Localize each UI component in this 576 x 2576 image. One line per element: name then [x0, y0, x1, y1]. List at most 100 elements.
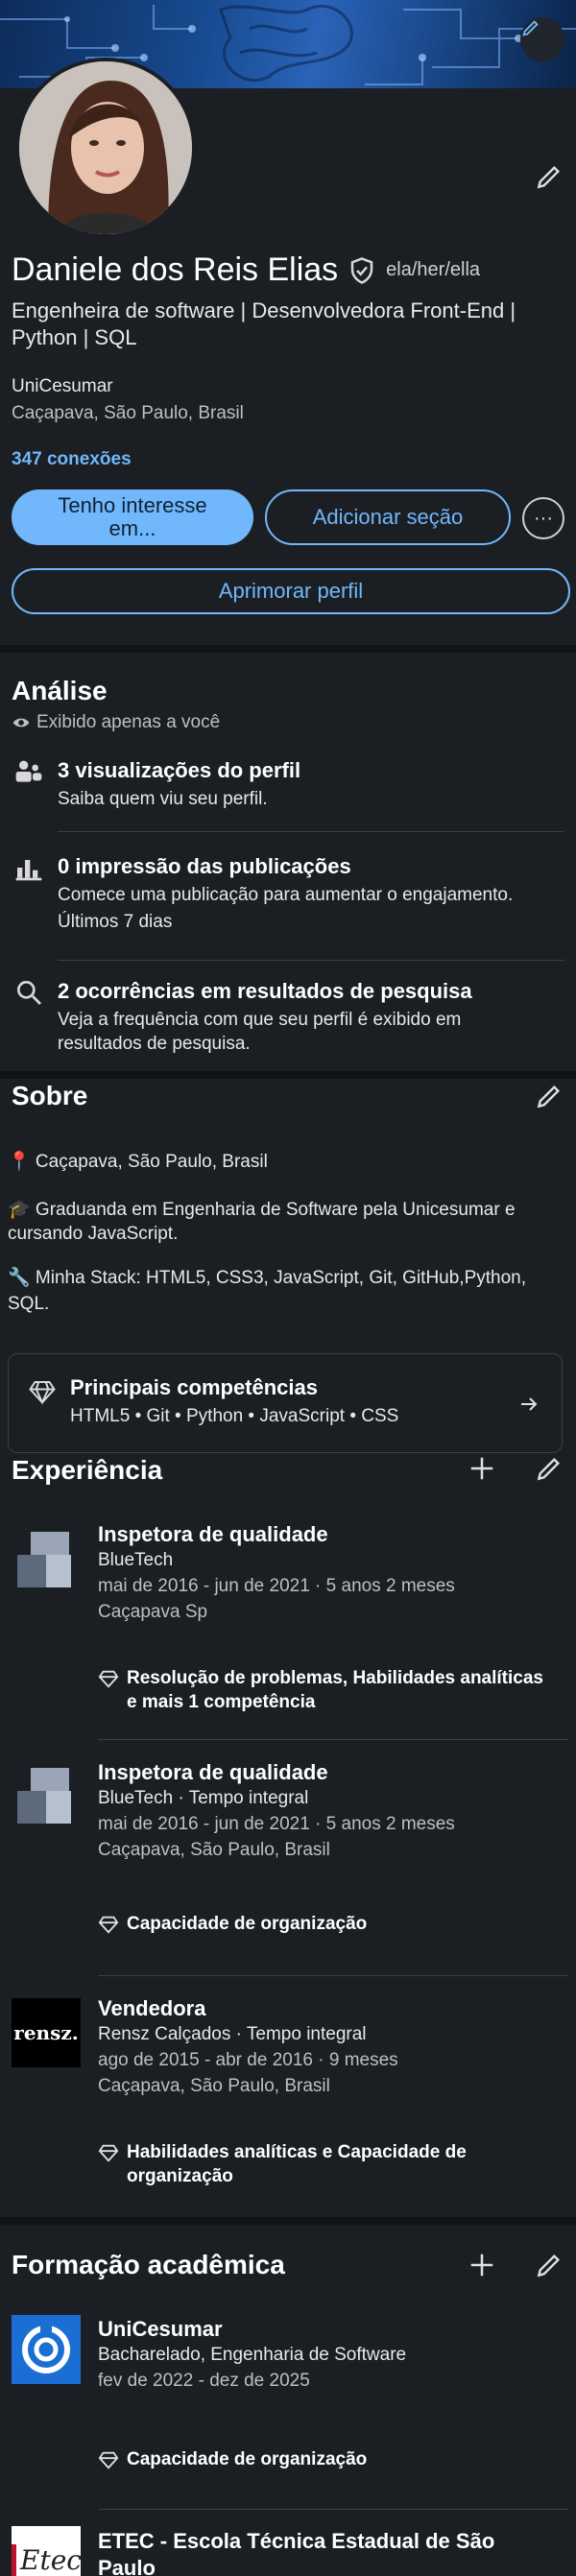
about-line-stack: 🔧 Minha Stack: HTML5, CSS3, JavaScript, …: [8, 1268, 527, 1314]
experience-dates: mai de 2016 - jun de 2021 · 5 anos 2 mes…: [98, 1814, 455, 1834]
company-logo-bluetech[interactable]: [12, 1758, 81, 1827]
divider: [98, 2509, 568, 2510]
diamond-icon: [98, 2144, 119, 2162]
etec-logo-text: Etec: [12, 2544, 81, 2576]
diamond-icon: [98, 2451, 119, 2469]
open-to-button[interactable]: Tenho interesse em...: [12, 489, 253, 545]
experience-skills[interactable]: Habilidades analíticas e Capacidade de o…: [98, 2140, 530, 2188]
education-skills-text: Capacidade de organização: [127, 2449, 368, 2469]
plus-icon: [470, 2254, 493, 2277]
divider: [98, 1975, 568, 1976]
visibility-text: Exibido apenas a você: [36, 712, 221, 732]
experience-item[interactable]: Vendedora Rensz Calçados · Tempo integra…: [98, 1996, 568, 2099]
add-section-label: Adicionar seção: [312, 505, 464, 529]
education-item[interactable]: UniCesumar Bacharelado, Engenharia de So…: [98, 2317, 568, 2394]
location: Caçapava, São Paulo, Brasil: [12, 403, 244, 423]
analytics-search-appearances[interactable]: 2 ocorrências em resultados de pesquisa …: [12, 975, 568, 1071]
company-logo-text: rensz.: [13, 2021, 79, 2044]
experience-item[interactable]: Inspetora de qualidade BlueTech mai de 2…: [98, 1522, 568, 1625]
company-logo-placeholder-icon: [12, 1522, 81, 1591]
impressions-desc: Comece uma publicação para aumentar o en…: [58, 885, 514, 905]
company-logo-bluetech[interactable]: [12, 1522, 81, 1591]
profile-name: Daniele dos Reis Elias: [12, 251, 339, 288]
diamond-icon: [29, 1381, 56, 1405]
edit-education-button[interactable]: [530, 2246, 568, 2284]
experience-dates: mai de 2016 - jun de 2021 · 5 anos 2 mes…: [98, 1576, 455, 1596]
pencil-icon: [537, 2254, 561, 2278]
edit-intro-button[interactable]: [530, 157, 568, 196]
more-actions-button[interactable]: ···: [522, 497, 564, 539]
open-to-label: Tenho interesse em...: [58, 493, 207, 540]
education-school[interactable]: ETEC - Escola Técnica Estadual de São Pa…: [98, 2528, 549, 2576]
people-icon: [15, 760, 42, 782]
unicesumar-logo-icon: [12, 2315, 81, 2384]
experience-place: Caçapava, São Paulo, Brasil: [98, 1840, 330, 1860]
impressions-title: 0 impressão das publicações: [58, 854, 351, 878]
section-divider: [0, 2217, 576, 2225]
profile-views-desc: Saiba quem viu seu perfil.: [58, 789, 268, 809]
visibility-note: Exibido apenas a você: [12, 712, 220, 733]
add-education-button[interactable]: [463, 2246, 501, 2284]
experience-item[interactable]: Inspetora de qualidade BlueTech · Tempo …: [98, 1760, 568, 1863]
analytics-title: Análise: [12, 676, 108, 705]
about-line-education: 🎓 Graduanda em Engenharia de Software pe…: [8, 1200, 516, 1244]
improve-profile-label: Aprimorar perfil: [218, 579, 364, 603]
education-dates: fev de 2022 - dez de 2025: [98, 2371, 310, 2391]
pencil-icon: [537, 1085, 561, 1109]
education-skills[interactable]: Capacidade de organização: [98, 2447, 549, 2471]
current-school[interactable]: UniCesumar: [12, 376, 113, 397]
experience-skills-text: Resolução de problemas, Habilidades anal…: [127, 1668, 543, 1712]
analytics-profile-views[interactable]: 3 visualizações do perfil Saiba quem viu…: [12, 754, 568, 822]
impressions-period: Últimos 7 dias: [58, 912, 173, 932]
divider: [98, 1739, 568, 1740]
search-appearances-desc: Veja a frequência com que seu perfil é e…: [58, 1010, 462, 1054]
section-divider: [0, 645, 576, 653]
top-skills-card[interactable]: Principais competências HTML5 • Git • Py…: [8, 1353, 563, 1453]
section-divider: [0, 1071, 576, 1079]
arrow-right-icon: [521, 1397, 538, 1411]
school-logo-unicesumar[interactable]: [12, 2315, 81, 2384]
experience-place: Caçapava, São Paulo, Brasil: [98, 2076, 330, 2096]
search-icon: [17, 980, 41, 1005]
edit-about-button[interactable]: [530, 1077, 568, 1115]
eye-icon: [12, 718, 30, 727]
improve-profile-button[interactable]: Aprimorar perfil: [12, 568, 570, 614]
search-appearances-title: 2 ocorrências em resultados de pesquisa: [58, 979, 472, 1003]
headline: Engenheira de software | Desenvolvedora …: [12, 298, 516, 349]
experience-place: Caçapava Sp: [98, 1602, 208, 1622]
bar-chart-icon: [15, 860, 42, 881]
diamond-icon: [98, 1670, 119, 1688]
experience-company: BlueTech · Tempo integral: [98, 1788, 309, 1808]
add-section-button[interactable]: Adicionar seção: [265, 489, 511, 545]
pronouns: ela/her/ella: [386, 259, 481, 280]
education-degree: Bacharelado, Engenharia de Software: [98, 2345, 407, 2365]
avatar[interactable]: [15, 58, 196, 238]
analytics-post-impressions[interactable]: 0 impressão das publicações Comece uma p…: [12, 850, 568, 946]
profile-photo: [19, 61, 192, 234]
company-logo-rensz[interactable]: rensz.: [12, 1998, 81, 2067]
edit-experience-button[interactable]: [530, 1449, 568, 1488]
add-experience-button[interactable]: [463, 1449, 501, 1488]
diamond-icon: [98, 1916, 119, 1934]
connections-link[interactable]: 347 conexões: [12, 449, 132, 470]
experience-skills[interactable]: Capacidade de organização: [98, 1912, 549, 1936]
divider: [58, 831, 564, 832]
experience-role: Vendedora: [98, 1996, 206, 2020]
pencil-icon: [537, 1457, 561, 1481]
school-logo-etec[interactable]: Etec: [12, 2526, 81, 2576]
about-line-location: 📍 Caçapava, São Paulo, Brasil: [8, 1152, 268, 1172]
education-school: UniCesumar: [98, 2317, 223, 2341]
experience-role: Inspetora de qualidade: [98, 1522, 328, 1546]
pencil-icon: [537, 165, 561, 189]
experience-skills[interactable]: Resolução de problemas, Habilidades anal…: [98, 1666, 549, 1714]
top-skills-title: Principais competências: [70, 1375, 318, 1399]
pencil-icon: [522, 20, 539, 36]
experience-skills-text: Capacidade de organização: [127, 1914, 368, 1934]
more-icon: ···: [534, 507, 553, 529]
verified-shield-icon[interactable]: [348, 256, 376, 285]
profile-views-title: 3 visualizações do perfil: [58, 758, 301, 782]
plus-icon: [470, 1457, 493, 1480]
name-row: Daniele dos Reis Elias ela/her/ella: [12, 251, 480, 289]
experience-title: Experiência: [12, 1455, 163, 1485]
edit-cover-button[interactable]: [520, 17, 564, 61]
